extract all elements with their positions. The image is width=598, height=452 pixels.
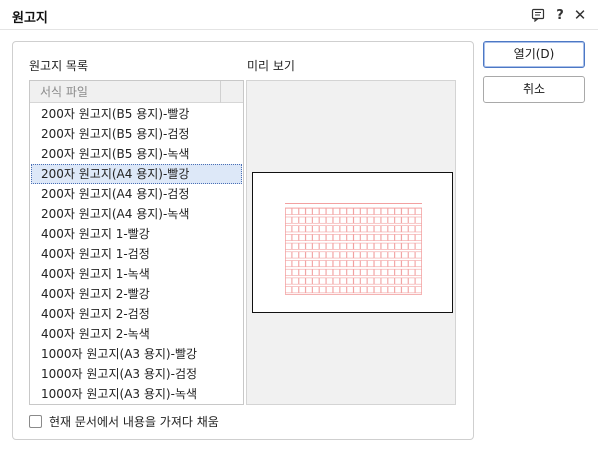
list-item[interactable]: 400자 원고지 1-빨강 — [31, 224, 242, 244]
help-button[interactable]: ? — [550, 5, 570, 25]
dialog-title: 원고지 — [12, 11, 48, 26]
list-item[interactable]: 400자 원고지 1-녹색 — [31, 264, 242, 284]
close-button[interactable]: ✕ — [570, 5, 590, 25]
open-button-label: 열기(D) — [513, 47, 555, 61]
list-item[interactable]: 400자 원고지 2-녹색 — [31, 324, 242, 344]
list-item[interactable]: 200자 원고지(A4 용지)-빨강 — [31, 164, 242, 184]
fill-from-document-option[interactable]: 현재 문서에서 내용을 가져다 채움 — [29, 412, 219, 430]
fill-from-document-label[interactable]: 현재 문서에서 내용을 가져다 채움 — [49, 413, 219, 430]
comment-icon[interactable] — [528, 5, 548, 25]
list-item[interactable]: 200자 원고지(B5 용지)-녹색 — [31, 144, 242, 164]
list-item[interactable]: 1000자 원고지(A3 용지)-빨강 — [31, 344, 242, 364]
list-items: 200자 원고지(B5 용지)-빨강 200자 원고지(B5 용지)-검정 200자… — [30, 104, 243, 404]
manuscript-grid-preview — [285, 203, 422, 295]
list-header-filler — [221, 81, 243, 103]
list-item[interactable]: 200자 원고지(A4 용지)-검정 — [31, 184, 242, 204]
preview-paper — [252, 172, 453, 313]
list-item[interactable]: 200자 원고지(B5 용지)-빨강 — [31, 104, 242, 124]
list-item[interactable]: 200자 원고지(A4 용지)-녹색 — [31, 204, 242, 224]
list-label: 원고지 목록 — [29, 59, 89, 73]
list-item[interactable]: 400자 원고지 2-검정 — [31, 304, 242, 324]
list-item[interactable]: 400자 원고지 2-빨강 — [31, 284, 242, 304]
cancel-button-label: 취소 — [522, 82, 546, 96]
list-item[interactable]: 1000자 원고지(A3 용지)-검정 — [31, 364, 242, 384]
open-button[interactable]: 열기(D) — [483, 41, 585, 68]
list-header: 서식 파일 — [30, 81, 243, 103]
list-item[interactable]: 200자 원고지(B5 용지)-검정 — [31, 124, 242, 144]
template-listbox[interactable]: 서식 파일 200자 원고지(B5 용지)-빨강 200자 원고지(B5 용지)-… — [29, 80, 244, 405]
preview-area — [246, 80, 456, 405]
title-bar: 원고지 ? ✕ — [0, 0, 598, 30]
list-header-column[interactable]: 서식 파일 — [30, 81, 221, 103]
fill-from-document-checkbox[interactable] — [29, 414, 42, 428]
preview-label: 미리 보기 — [247, 59, 295, 73]
list-item[interactable]: 400자 원고지 1-검정 — [31, 244, 242, 264]
list-item[interactable]: 1000자 원고지(A3 용지)-녹색 — [31, 384, 242, 404]
cancel-button[interactable]: 취소 — [483, 76, 585, 103]
